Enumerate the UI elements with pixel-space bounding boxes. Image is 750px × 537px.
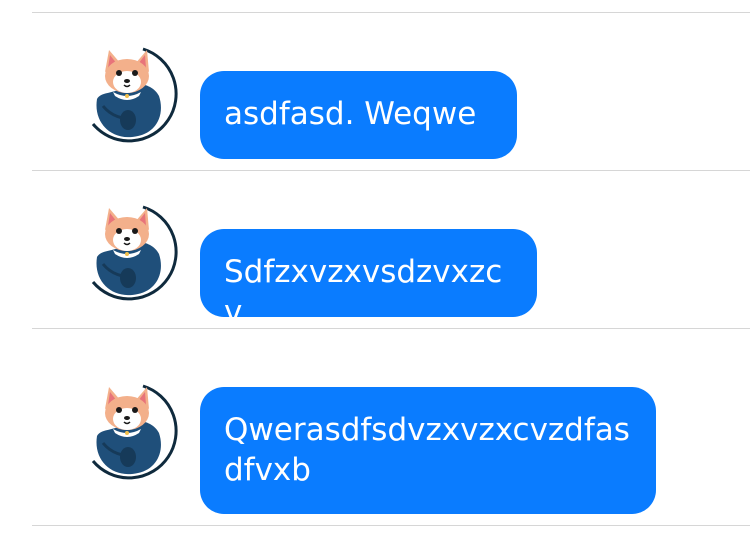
divider bbox=[32, 328, 750, 329]
corgi-avatar-icon bbox=[83, 381, 185, 483]
divider bbox=[32, 12, 750, 13]
divider bbox=[32, 170, 750, 171]
message-bubble[interactable]: asdfasd. Weqwe bbox=[200, 71, 517, 159]
message-bubble[interactable]: Sdfzxvzxvsdzvxzcv bbox=[200, 229, 537, 330]
divider bbox=[32, 525, 750, 526]
corgi-avatar-icon bbox=[83, 44, 185, 146]
message-bubble[interactable]: Qwerasdfsdvzxvzxcvzdfasdfvxb bbox=[200, 387, 656, 514]
corgi-avatar-icon bbox=[83, 202, 185, 304]
